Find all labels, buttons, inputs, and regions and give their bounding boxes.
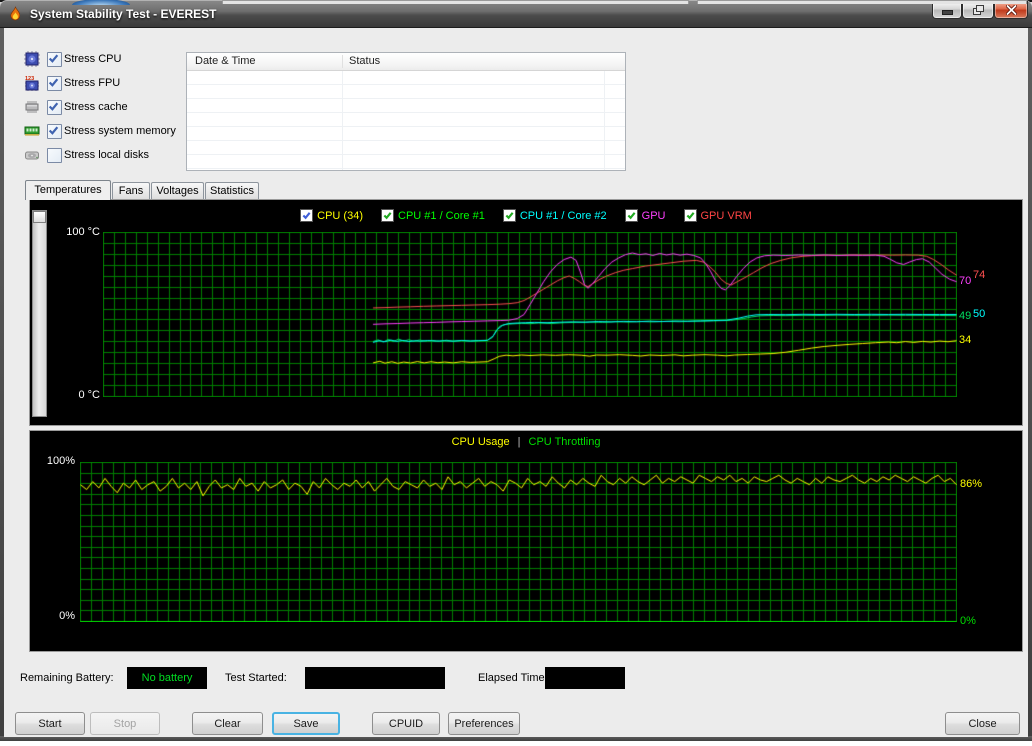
stress-disks-checkbox[interactable] xyxy=(47,148,62,163)
events-table: Date & Time Status xyxy=(186,52,626,171)
stress-memory-checkbox[interactable] xyxy=(47,124,62,139)
legend-item[interactable]: CPU #1 / Core #2 xyxy=(503,209,607,222)
legend-item[interactable]: CPU #1 / Core #1 xyxy=(381,209,485,222)
usage-chart-title: CPU Usage | CPU Throttling xyxy=(29,436,1023,448)
cache-icon xyxy=(24,99,40,115)
column-header-datetime[interactable]: Date & Time xyxy=(195,55,256,67)
usage-title-separator: | xyxy=(518,436,521,448)
table-column-line xyxy=(342,71,343,170)
close-icon xyxy=(1006,5,1017,15)
stress-fpu-label: Stress FPU xyxy=(64,77,120,89)
start-button[interactable]: Start xyxy=(15,712,85,735)
background-statusbar-panel xyxy=(697,0,1027,4)
screen: { "window": { "title": "System Stability… xyxy=(0,0,1032,746)
usage-title-cpu-usage[interactable]: CPU Usage xyxy=(452,436,510,448)
stress-cpu-label: Stress CPU xyxy=(64,53,121,65)
minimize-icon xyxy=(942,10,953,15)
chart-end-value-label: 86% xyxy=(960,478,982,490)
usage-axis-max-label: 100% xyxy=(28,455,75,467)
table-column-line xyxy=(604,71,605,170)
legend-item[interactable]: CPU (34) xyxy=(300,209,363,222)
background-statusbar-panel xyxy=(222,0,689,4)
stress-cpu-checkbox[interactable] xyxy=(47,52,62,67)
legend-label: GPU VRM xyxy=(701,210,752,222)
cpu-icon xyxy=(24,51,40,67)
stress-row-memory[interactable]: Stress system memory xyxy=(24,123,194,139)
battery-label: Remaining Battery: xyxy=(20,672,114,684)
legend-checkbox[interactable] xyxy=(625,209,638,222)
legend-label: CPU #1 / Core #1 xyxy=(398,210,485,222)
usage-axis-min-label: 0% xyxy=(28,610,75,622)
memory-icon xyxy=(24,123,40,139)
stress-row-disks[interactable]: Stress local disks xyxy=(24,147,194,163)
chart-end-value-label: 34 xyxy=(959,334,971,346)
stress-fpu-checkbox[interactable] xyxy=(47,76,62,91)
stress-memory-label: Stress system memory xyxy=(64,125,176,137)
restore-icon xyxy=(973,5,984,15)
stress-cache-checkbox[interactable] xyxy=(47,100,62,115)
stress-cache-label: Stress cache xyxy=(64,101,128,113)
legend-checkbox[interactable] xyxy=(503,209,516,222)
usage-title-cpu-throttling[interactable]: CPU Throttling xyxy=(529,436,601,448)
stress-row-fpu[interactable]: 123 Stress FPU xyxy=(24,75,194,91)
legend-checkbox[interactable] xyxy=(300,209,313,222)
stress-row-cpu[interactable]: Stress CPU xyxy=(24,51,194,67)
chart-end-value-label: 70 xyxy=(959,275,971,287)
tab-voltages[interactable]: Voltages xyxy=(151,182,204,200)
titlebar[interactable]: System Stability Test - EVEREST xyxy=(0,0,1032,28)
battery-value-box: No battery xyxy=(127,667,207,689)
usage-chart-canvas xyxy=(80,462,957,622)
cpuid-button[interactable]: CPUID xyxy=(372,712,440,735)
chart-end-value-label: 49 xyxy=(959,310,971,322)
temperature-chart-canvas xyxy=(103,232,957,397)
chart-scrollbar[interactable] xyxy=(32,210,47,417)
temp-axis-min-label: 0 °C xyxy=(28,389,100,401)
test-started-value-box xyxy=(305,667,445,689)
events-table-body xyxy=(187,71,625,170)
disk-icon xyxy=(24,147,40,163)
column-divider[interactable] xyxy=(342,55,343,68)
tab-temperatures[interactable]: Temperatures xyxy=(25,180,111,200)
chart-end-value-label: 50 xyxy=(973,308,985,320)
close-button[interactable]: Close xyxy=(945,712,1020,735)
fpu-icon: 123 xyxy=(24,75,40,91)
preferences-button[interactable]: Preferences xyxy=(448,712,520,735)
chart-end-value-label: 74 xyxy=(973,269,985,281)
legend-label: CPU (34) xyxy=(317,210,363,222)
window-frame-right xyxy=(1028,28,1032,741)
legend-item[interactable]: GPU VRM xyxy=(684,209,752,222)
app-flame-icon xyxy=(7,6,24,23)
test-started-label: Test Started: xyxy=(225,672,287,684)
legend-label: CPU #1 / Core #2 xyxy=(520,210,607,222)
background-window-icon xyxy=(72,0,130,5)
elapsed-time-label: Elapsed Time: xyxy=(478,672,548,684)
temp-axis-max-label: 100 °C xyxy=(28,226,100,238)
clear-button[interactable]: Clear xyxy=(192,712,263,735)
legend-checkbox[interactable] xyxy=(684,209,697,222)
tab-fans[interactable]: Fans xyxy=(112,182,150,200)
battery-value: No battery xyxy=(142,672,193,684)
stress-row-cache[interactable]: Stress cache xyxy=(24,99,194,115)
tab-statistics[interactable]: Statistics xyxy=(205,182,259,200)
column-header-status[interactable]: Status xyxy=(349,55,380,67)
legend-label: GPU xyxy=(642,210,666,222)
temperature-legend: CPU (34) CPU #1 / Core #1 CPU #1 / Core #2… xyxy=(29,209,1023,222)
save-button[interactable]: Save xyxy=(272,712,340,735)
events-table-header: Date & Time Status xyxy=(187,53,625,71)
elapsed-time-value-box xyxy=(545,667,625,689)
chart-end-value-label: 0% xyxy=(960,615,976,627)
legend-checkbox[interactable] xyxy=(381,209,394,222)
stress-disks-label: Stress local disks xyxy=(64,149,149,161)
stop-button[interactable]: Stop xyxy=(90,712,160,735)
legend-item[interactable]: GPU xyxy=(625,209,666,222)
